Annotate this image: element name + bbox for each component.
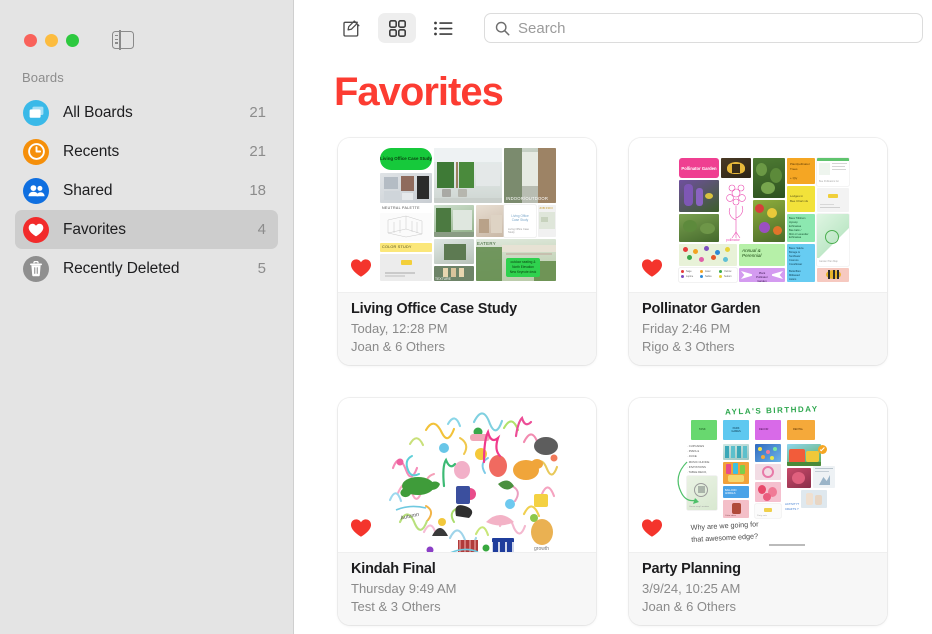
sidebar-item-recents[interactable]: Recents 21 — [15, 132, 278, 171]
board-card[interactable]: Pollinator Garden Sage Aster Yarrow Lupi… — [629, 138, 887, 365]
office-moodboard-collage: Living Office Case Study NEUTRAL PALETTE… — [338, 138, 596, 292]
svg-text:pollinator: pollinator — [726, 238, 741, 242]
favorite-badge[interactable] — [350, 518, 372, 543]
board-thumbnail: Pollinator Garden Sage Aster Yarrow Lupi… — [629, 138, 887, 293]
toolbar — [294, 0, 932, 56]
heart-icon — [23, 216, 49, 243]
sidebar-item-favorites[interactable]: Favorites 4 — [15, 210, 278, 249]
sidebar-item-count: 21 — [249, 104, 266, 121]
search-icon — [495, 21, 510, 35]
board-date: Today, 12:28 PM — [351, 320, 448, 336]
boards-icon — [23, 99, 49, 126]
sidebar-item-label: Shared — [63, 181, 113, 199]
board-title: Party Planning — [642, 561, 741, 578]
sidebar-list: All Boards 21 Recents 21 Shared 18 Favor… — [0, 93, 293, 288]
sidebar-item-count: 21 — [249, 143, 266, 160]
board-thumbnail: Autumn growth — [338, 398, 596, 553]
grid-view-icon[interactable] — [378, 13, 416, 43]
sidebar-item-label: Recents — [63, 142, 120, 160]
board-date: Thursday 9:49 AM — [351, 580, 457, 596]
colorful-doodle-sketch: Autumn growth — [338, 398, 596, 553]
board-card-meta: Living Office Case Study Today, 12:28 PM… — [338, 292, 596, 365]
sidebar-item-all-boards[interactable]: All Boards 21 — [15, 93, 278, 132]
board-thumbnail: AYLA'S BIRTHDAY TASK · CUPCAKES · PIZZA &… — [629, 398, 887, 553]
board-card[interactable]: AYLA'S BIRTHDAY TASK · CUPCAKES · PIZZA &… — [629, 398, 887, 625]
board-people: Rigo & 3 Others — [642, 338, 735, 354]
board-card-meta: Pollinator Garden Friday 2:46 PM Rigo & … — [629, 292, 887, 365]
thumbnail-label: Pollinator Garden — [681, 165, 717, 171]
board-title: Living Office Case Study — [351, 301, 518, 318]
search-input[interactable] — [518, 14, 912, 42]
clock-icon — [23, 138, 49, 165]
svg-text:that awesome edge?: that awesome edge? — [691, 531, 758, 543]
sidebar-section-header: Boards — [22, 70, 64, 85]
close-button[interactable] — [24, 33, 37, 47]
favorite-badge[interactable] — [641, 518, 663, 543]
favorite-badge[interactable] — [641, 258, 663, 283]
sidebar-item-label: Favorites — [63, 220, 126, 238]
people-icon — [23, 177, 49, 204]
board-title: Kindah Final — [351, 561, 436, 578]
sidebar-item-label: All Boards — [63, 103, 133, 121]
trash-icon — [23, 255, 49, 282]
board-people: Joan & 6 Others — [642, 598, 736, 614]
sidebar-item-shared[interactable]: Shared 18 — [15, 171, 278, 210]
board-title: Pollinator Garden — [642, 301, 761, 318]
thumbnail-label: AYLA'S BIRTHDAY — [724, 404, 819, 417]
board-thumbnail: Living Office Case Study NEUTRAL PALETTE… — [338, 138, 596, 293]
minimize-button[interactable] — [45, 33, 58, 47]
board-grid: Living Office Case Study NEUTRAL PALETTE… — [294, 114, 932, 625]
zoom-button[interactable] — [66, 33, 79, 47]
sidebar-item-label: Recently Deleted — [63, 259, 180, 277]
sidebar-item-count: 5 — [257, 260, 266, 277]
board-people: Joan & 6 Others — [351, 338, 445, 354]
compose-icon[interactable] — [332, 13, 370, 43]
sidebar: Boards All Boards 21 Recents 21 Shared 1… — [0, 0, 294, 634]
board-date: 3/9/24, 10:25 AM — [642, 580, 741, 596]
page-title: Favorites — [334, 70, 504, 114]
board-card-meta: Party Planning 3/9/24, 10:25 AM Joan & 6… — [629, 552, 887, 625]
svg-text:Autumn: Autumn — [400, 512, 420, 522]
board-card-meta: Kindah Final Thursday 9:49 AM Test & 3 O… — [338, 552, 596, 625]
list-view-icon[interactable] — [424, 13, 462, 43]
sidebar-item-count: 4 — [257, 221, 266, 238]
sidebar-item-recently-deleted[interactable]: Recently Deleted 5 — [15, 249, 278, 288]
svg-text:growth: growth — [534, 546, 549, 552]
sidebar-item-count: 18 — [249, 182, 266, 199]
birthday-planning-board: AYLA'S BIRTHDAY TASK · CUPCAKES · PIZZA &… — [629, 398, 887, 552]
svg-text:Why are we going for: Why are we going for — [690, 519, 759, 532]
board-card[interactable]: Autumn growth Kindah Final Thursday 9:49… — [338, 398, 596, 625]
app-window: Boards All Boards 21 Recents 21 Shared 1… — [0, 0, 932, 634]
favorite-badge[interactable] — [350, 258, 372, 283]
sidebar-toggle-icon[interactable] — [112, 30, 134, 50]
main-content: Favorites Living Office Case Study — [294, 0, 932, 634]
garden-moodboard-collage: Pollinator Garden Sage Aster Yarrow Lupi… — [629, 138, 887, 292]
search-field[interactable] — [484, 13, 923, 43]
window-controls — [0, 0, 293, 56]
board-people: Test & 3 Others — [351, 598, 441, 614]
board-date: Friday 2:46 PM — [642, 320, 731, 336]
board-card[interactable]: Living Office Case Study NEUTRAL PALETTE… — [338, 138, 596, 365]
